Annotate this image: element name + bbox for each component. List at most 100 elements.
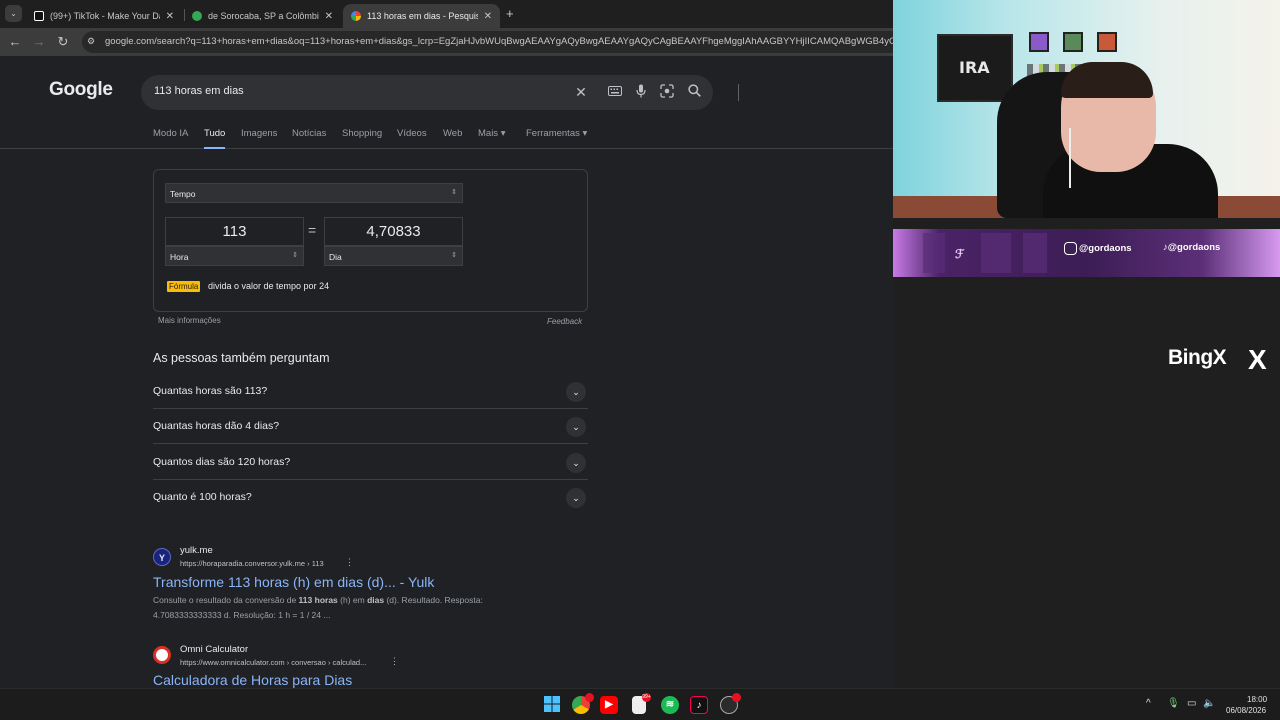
- close-icon[interactable]: ✕: [573, 84, 589, 100]
- paa-question[interactable]: Quantas horas dão 4 dias? ⌄: [153, 409, 588, 444]
- keyboard-icon[interactable]: [607, 84, 623, 100]
- spotify-icon[interactable]: ≋: [661, 696, 679, 714]
- maps-favicon-icon: [192, 11, 202, 21]
- select-arrows-icon: ⇕: [451, 252, 457, 259]
- decor-block: [1023, 233, 1047, 273]
- instagram-handle-text: @gordaons: [1079, 243, 1132, 255]
- more-info-link[interactable]: Mais informações: [158, 316, 221, 325]
- more-options-icon[interactable]: ⋮: [345, 557, 354, 568]
- tab-noticias[interactable]: Notícias: [292, 128, 326, 139]
- tiktok-handle: ♪@gordaons: [1163, 242, 1220, 253]
- more-options-icon[interactable]: ⋮: [390, 656, 399, 667]
- result-title[interactable]: Transforme 113 horas (h) em dias (d)... …: [153, 574, 434, 590]
- active-tab-indicator: [204, 147, 225, 149]
- tab-videos[interactable]: Vídeos: [397, 128, 427, 139]
- unit-type-select[interactable]: Tempo ⇕: [165, 183, 463, 203]
- volume-icon[interactable]: 🔈: [1203, 698, 1215, 709]
- result-url[interactable]: https://horaparadia.conversor.yulk.me › …: [180, 559, 324, 568]
- close-tab-icon[interactable]: ✕: [325, 11, 333, 22]
- streamer-hair: [1061, 62, 1153, 98]
- tab-title: (99+) TikTok - Make Your Day: [50, 11, 160, 21]
- snippet-bold: 113 horas: [298, 595, 338, 605]
- result-favicon-icon: [153, 646, 171, 664]
- paa-question[interactable]: Quanto é 100 horas? ⌄: [153, 480, 588, 515]
- to-unit-label: Dia: [329, 252, 342, 262]
- clock-time[interactable]: 18:00: [1247, 695, 1267, 704]
- tab-search-button[interactable]: ⌄: [5, 5, 22, 22]
- lens-icon[interactable]: [659, 84, 675, 100]
- select-arrows-icon: ⇕: [451, 189, 457, 196]
- tab-web[interactable]: Web: [443, 128, 462, 139]
- address-bar[interactable]: ⚙ google.com/search?q=113+horas+em+dias&…: [82, 31, 902, 53]
- search-icon[interactable]: [686, 84, 702, 100]
- search-query[interactable]: 113 horas em dias: [154, 85, 244, 97]
- frame-image: [1097, 32, 1117, 52]
- back-button[interactable]: ←: [6, 33, 24, 51]
- result-url[interactable]: https://www.omnicalculator.com › convers…: [180, 658, 366, 667]
- tab-imagens[interactable]: Imagens: [241, 128, 277, 139]
- result-site-name[interactable]: yulk.me: [180, 545, 213, 556]
- sponsor-logo: BingX: [1168, 346, 1227, 369]
- tab-tiktok[interactable]: (99+) TikTok - Make Your Day ✕: [26, 4, 182, 28]
- webcam-overlay: IRA: [893, 0, 1280, 218]
- paa-question[interactable]: Quantos dias são 120 horas? ⌄: [153, 445, 588, 480]
- paa-heading: As pessoas também perguntam: [153, 351, 330, 365]
- snippet-bold: dias: [367, 595, 385, 605]
- mic-icon[interactable]: [633, 84, 649, 100]
- tab-strip: ⌄ (99+) TikTok - Make Your Day ✕ de Soro…: [0, 0, 893, 28]
- formula-text: divida o valor de tempo por 24: [208, 281, 330, 291]
- tab-google-search[interactable]: 113 horas em dias - Pesquisa G ✕: [343, 4, 500, 28]
- close-tab-icon[interactable]: ✕: [484, 11, 492, 22]
- tab-ferramentas[interactable]: Ferramentas ▾: [526, 128, 587, 139]
- windows-start-icon[interactable]: [543, 696, 561, 714]
- reload-button[interactable]: ↻: [54, 33, 72, 51]
- result-site-name[interactable]: Omni Calculator: [180, 644, 248, 655]
- tray-expand-icon[interactable]: ^: [1146, 698, 1151, 709]
- paa-question-text: Quantos dias são 120 horas?: [153, 456, 291, 468]
- tab-maps[interactable]: de Sorocaba, SP a Colômbia - G ✕: [184, 4, 341, 28]
- snippet-text: 4.7083333333333 d. Resolução: 1 h = 1 / …: [153, 610, 331, 620]
- chevron-down-icon[interactable]: ⌄: [566, 453, 586, 473]
- forward-button[interactable]: →: [30, 33, 48, 51]
- google-logo[interactable]: Google: [49, 79, 113, 101]
- clock-date[interactable]: 06/08/2026: [1226, 706, 1266, 715]
- frame-image: [1063, 32, 1083, 52]
- search-box[interactable]: 113 horas em dias ✕: [141, 75, 739, 110]
- instagram-handle: @gordaons: [1064, 242, 1132, 255]
- mic-tray-icon[interactable]: 🎙: [1167, 698, 1180, 709]
- notification-badge: 99+: [642, 693, 651, 702]
- close-tab-icon[interactable]: ✕: [166, 11, 174, 22]
- youtube-icon[interactable]: ▶: [600, 696, 618, 714]
- result-favicon-icon: Y: [153, 548, 171, 566]
- result-title[interactable]: Calculadora de Horas para Dias: [153, 672, 352, 688]
- paa-question-text: Quantas horas são 113?: [153, 385, 268, 397]
- tab-modo-ia[interactable]: Modo IA: [153, 128, 188, 139]
- snippet-text: (h) em: [337, 595, 368, 605]
- tab-mais[interactable]: Mais ▾: [478, 128, 505, 139]
- new-tab-button[interactable]: +: [506, 6, 514, 21]
- search-nav-tabs: Modo IA Tudo Imagens Notícias Shopping V…: [0, 128, 893, 149]
- to-value-input[interactable]: 4,70833: [324, 217, 463, 246]
- chevron-down-icon[interactable]: ⌄: [566, 417, 586, 437]
- tiktok-favicon-icon: [34, 11, 44, 21]
- tiktok-app-icon[interactable]: ♪: [690, 696, 708, 714]
- from-value-input[interactable]: 113: [165, 217, 304, 246]
- feedback-link[interactable]: Feedback: [547, 317, 582, 326]
- result-snippet: Consulte o resultado da conversão de 113…: [153, 593, 533, 623]
- to-unit-select[interactable]: Dia ⇕: [324, 246, 463, 266]
- snippet-text: Consulte o resultado da conversão de: [153, 595, 299, 605]
- channel-logo-icon: ℱ: [955, 247, 965, 261]
- poster-image: IRA: [937, 34, 1013, 102]
- network-icon[interactable]: ▭: [1187, 698, 1196, 709]
- site-info-icon[interactable]: ⚙: [87, 36, 99, 48]
- chevron-down-icon[interactable]: ⌄: [566, 488, 586, 508]
- tab-shopping[interactable]: Shopping: [342, 128, 382, 139]
- frame-image: [1029, 32, 1049, 52]
- tab-tudo[interactable]: Tudo: [204, 128, 225, 139]
- paa-question[interactable]: Quantas horas são 113? ⌄: [153, 374, 588, 409]
- from-unit-select[interactable]: Hora ⇕: [165, 246, 304, 266]
- chevron-down-icon[interactable]: ⌄: [566, 382, 586, 402]
- social-handles-bar: ℱ @gordaons ♪@gordaons: [893, 229, 1280, 277]
- notification-badge: [585, 693, 594, 702]
- unit-type-label: Tempo: [170, 189, 196, 199]
